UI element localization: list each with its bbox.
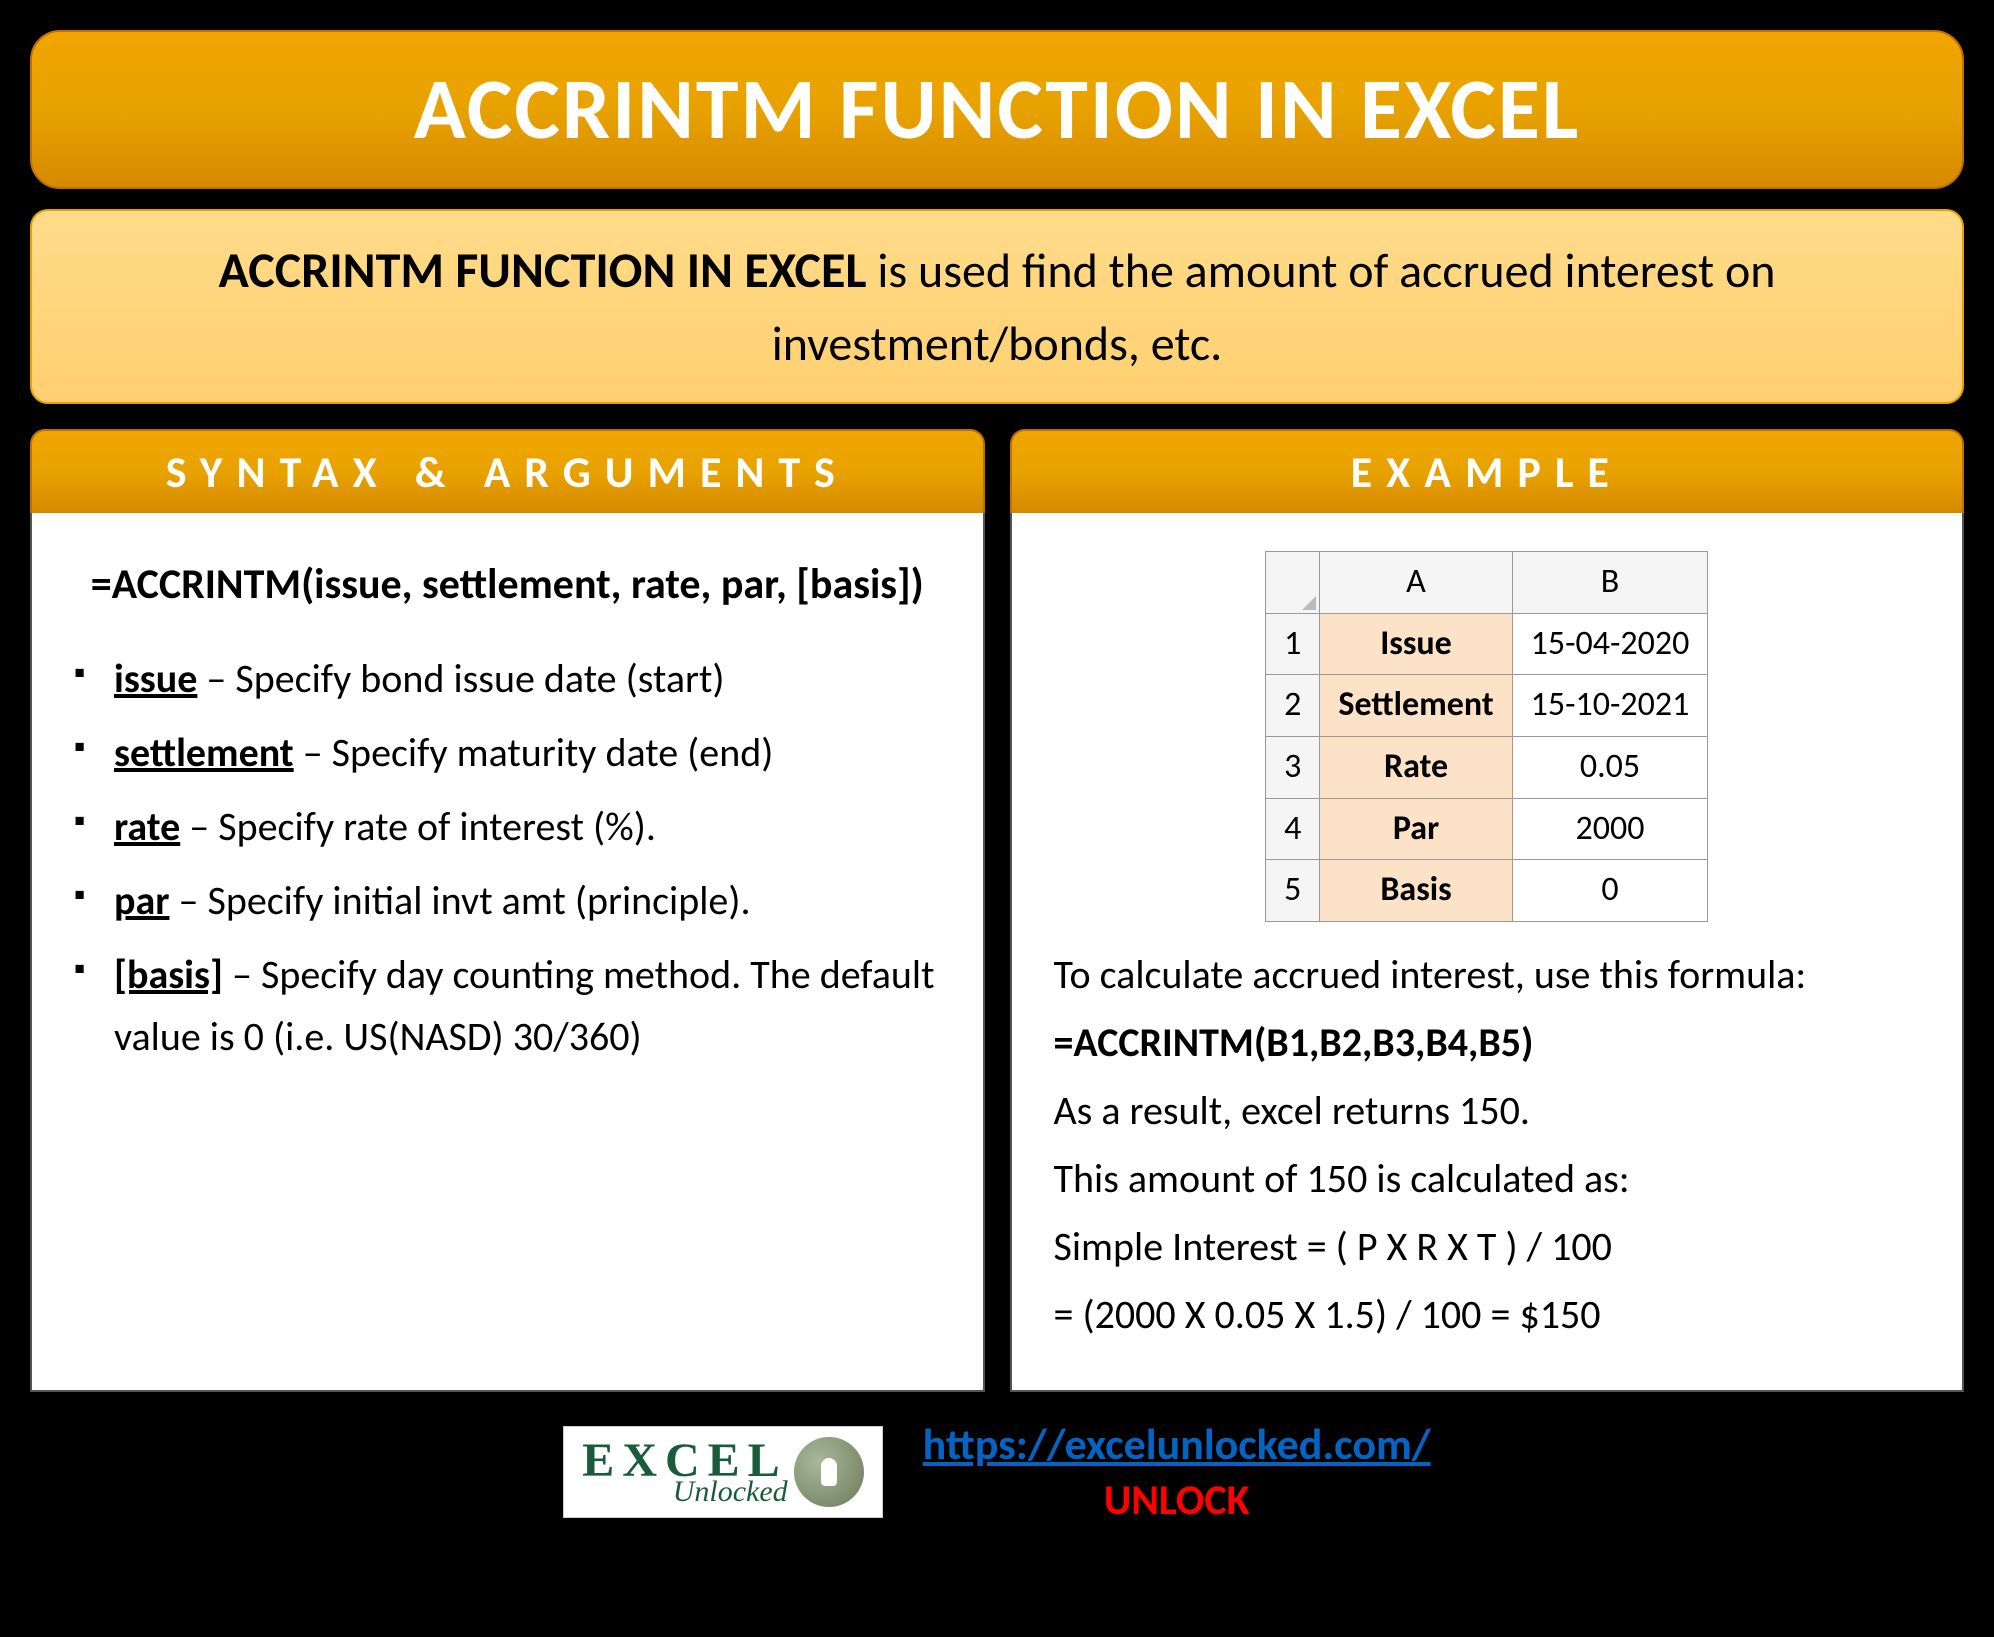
row-num: 1 — [1266, 613, 1320, 675]
description-box: ACCRINTM FUNCTION IN EXCEL is used find … — [30, 209, 1964, 404]
description-rest: is used find the amount of accrued inter… — [772, 241, 1776, 373]
row-num: 3 — [1266, 737, 1320, 799]
arg-desc: – Specify maturity date (end) — [294, 728, 774, 777]
syntax-formula: =ACCRINTM(issue, settlement, rate, par, … — [74, 551, 941, 618]
description-bold: ACCRINTM FUNCTION IN EXCEL — [219, 240, 867, 301]
arg-rate: rate – Specify rate of interest (%). — [74, 796, 941, 858]
logo-text: EXCEL Unlocked — [582, 1437, 787, 1507]
arg-name: [basis] — [114, 950, 223, 999]
arg-desc: – Specify bond issue date (start) — [197, 654, 724, 703]
example-text: To calculate accrued interest, use this … — [1054, 944, 1921, 1346]
arg-issue: issue – Specify bond issue date (start) — [74, 648, 941, 710]
example-intro: To calculate accrued interest, use this … — [1054, 944, 1921, 1006]
syntax-body: =ACCRINTM(issue, settlement, rate, par, … — [30, 513, 985, 1392]
syntax-panel: SYNTAX & ARGUMENTS =ACCRINTM(issue, sett… — [30, 429, 985, 1392]
page-title: ACCRINTM FUNCTION IN EXCEL — [72, 57, 1922, 162]
unlock-text: UNLOCK — [923, 1475, 1431, 1526]
cell-label: Basis — [1320, 860, 1512, 922]
cell-value: 2000 — [1512, 798, 1708, 860]
title-bar: ACCRINTM FUNCTION IN EXCEL — [30, 30, 1964, 189]
table-corner — [1266, 552, 1320, 614]
website-link[interactable]: https://excelunlocked.com/ — [923, 1417, 1431, 1471]
example-calc1: This amount of 150 is calculated as: — [1054, 1148, 1921, 1210]
example-header: EXAMPLE — [1010, 429, 1965, 513]
row-num: 2 — [1266, 675, 1320, 737]
syntax-header: SYNTAX & ARGUMENTS — [30, 429, 985, 513]
table-row: 2 Settlement 15-10-2021 — [1266, 675, 1708, 737]
table-row: 1 Issue 15-04-2020 — [1266, 613, 1708, 675]
example-table: A B 1 Issue 15-04-2020 2 Settlement 15-1… — [1265, 551, 1708, 922]
arg-name: settlement — [114, 728, 294, 777]
cell-value: 0.05 — [1512, 737, 1708, 799]
cell-value: 15-10-2021 — [1512, 675, 1708, 737]
row-num: 4 — [1266, 798, 1320, 860]
table-row: 4 Par 2000 — [1266, 798, 1708, 860]
cell-label: Settlement — [1320, 675, 1512, 737]
arg-name: issue — [114, 654, 197, 703]
content-columns: SYNTAX & ARGUMENTS =ACCRINTM(issue, sett… — [30, 429, 1964, 1392]
example-calc2: Simple Interest = ( P X R X T ) / 100 — [1054, 1216, 1921, 1278]
arg-par: par – Specify initial invt amt (principl… — [74, 870, 941, 932]
arg-settlement: settlement – Specify maturity date (end) — [74, 722, 941, 784]
col-b: B — [1512, 552, 1708, 614]
row-num: 5 — [1266, 860, 1320, 922]
cell-value: 15-04-2020 — [1512, 613, 1708, 675]
description-text: ACCRINTM FUNCTION IN EXCEL is used find … — [72, 233, 1922, 380]
arg-name: rate — [114, 802, 180, 851]
logo: EXCEL Unlocked — [563, 1426, 882, 1518]
argument-list: issue – Specify bond issue date (start) … — [74, 648, 941, 1068]
table-row: 5 Basis 0 — [1266, 860, 1708, 922]
footer-links: https://excelunlocked.com/ UNLOCK — [923, 1417, 1431, 1526]
key-icon — [794, 1437, 864, 1507]
cell-label: Issue — [1320, 613, 1512, 675]
example-formula: =ACCRINTM(B1,B2,B3,B4,B5) — [1054, 1012, 1921, 1074]
cell-label: Rate — [1320, 737, 1512, 799]
logo-unlocked-text: Unlocked — [673, 1477, 788, 1507]
arg-desc: – Specify day counting method. The defau… — [114, 950, 934, 1061]
cell-label: Par — [1320, 798, 1512, 860]
table-row: 3 Rate 0.05 — [1266, 737, 1708, 799]
example-calc3: = (2000 X 0.05 X 1.5) / 100 = $150 — [1054, 1284, 1921, 1346]
example-body: A B 1 Issue 15-04-2020 2 Settlement 15-1… — [1010, 513, 1965, 1392]
arg-basis: [basis] – Specify day counting method. T… — [74, 944, 941, 1068]
arg-desc: – Specify initial invt amt (principle). — [169, 876, 750, 925]
table-header-row: A B — [1266, 552, 1708, 614]
col-a: A — [1320, 552, 1512, 614]
footer: EXCEL Unlocked https://excelunlocked.com… — [30, 1417, 1964, 1526]
example-result: As a result, excel returns 150. — [1054, 1080, 1921, 1142]
cell-value: 0 — [1512, 860, 1708, 922]
example-panel: EXAMPLE A B 1 Issue 15-04-2020 2 Settlem… — [1010, 429, 1965, 1392]
arg-desc: – Specify rate of interest (%). — [180, 802, 656, 851]
arg-name: par — [114, 876, 169, 925]
